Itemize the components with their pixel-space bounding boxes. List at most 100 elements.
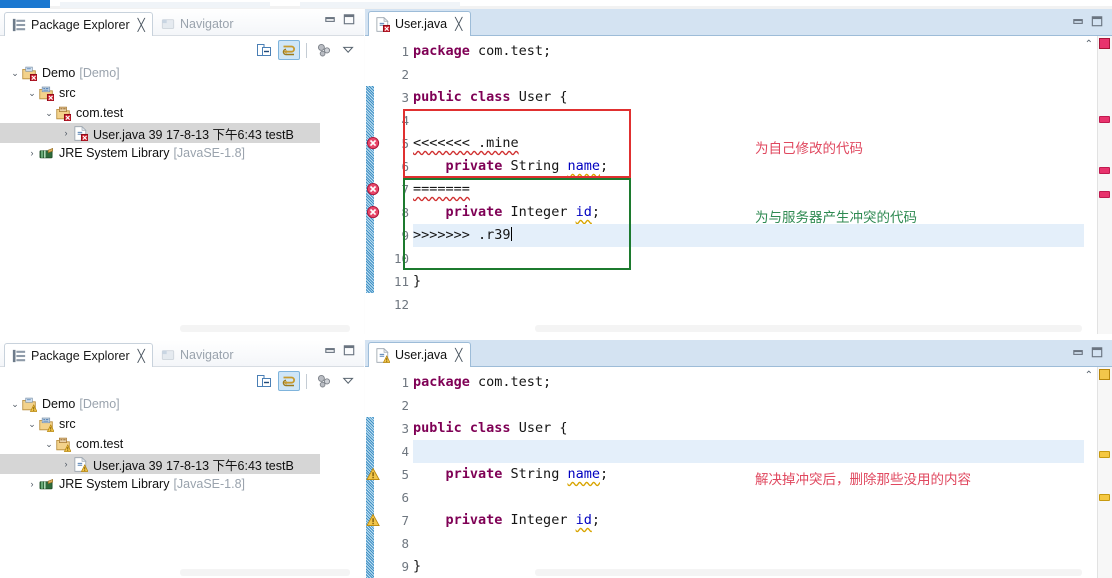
line-number: 6 [401, 159, 409, 174]
tree-item[interactable]: › JRE System Library [JavaSE-1.8] [0, 474, 364, 494]
view-menu-button[interactable] [338, 40, 360, 60]
ruler-warning-marker[interactable] [1099, 451, 1110, 459]
ruler-error-marker[interactable] [1099, 167, 1110, 175]
code-line[interactable] [413, 63, 1084, 86]
code-line[interactable] [413, 247, 1084, 270]
code-token: class [469, 89, 511, 105]
tree-item[interactable]: ⌄ Demo [Demo] [0, 394, 364, 414]
editor-horizontal-scrollbar[interactable] [535, 569, 1082, 576]
maximize-icon[interactable] [1089, 13, 1106, 30]
code-line[interactable]: public class User { [413, 417, 1084, 440]
close-icon[interactable]: ╳ [138, 349, 145, 363]
source-folder-icon [39, 86, 55, 101]
error-marker-icon[interactable] [366, 205, 381, 220]
view-tab-package-explorer[interactable]: Package Explorer ╳ [4, 343, 153, 367]
chevron-down-icon[interactable]: ⌄ [25, 88, 39, 99]
warning-marker-icon[interactable] [366, 467, 381, 482]
code-line[interactable]: package com.test; [413, 40, 1084, 63]
chevron-right-icon[interactable]: › [59, 459, 73, 469]
close-icon[interactable]: ╳ [138, 18, 145, 32]
code-line[interactable]: public class User { [413, 86, 1084, 109]
chevron-right-icon[interactable]: › [25, 148, 39, 158]
warning-summary-icon[interactable] [1099, 369, 1110, 380]
chevron-down-icon[interactable]: ⌄ [8, 399, 22, 410]
maximize-icon[interactable] [341, 11, 358, 28]
chevron-down-icon[interactable]: ⌄ [42, 439, 56, 450]
chevron-down-icon[interactable]: ⌄ [8, 68, 22, 79]
project-tree[interactable]: ⌄ Demo [Demo] ⌄ src ⌄ com.test › User.java 39 17… [0, 394, 364, 570]
source-code[interactable]: package com.test; public class User { <<<<… [413, 40, 1084, 334]
code-line[interactable]: private String name; [413, 155, 1084, 178]
ruler-error-marker[interactable] [1099, 190, 1110, 198]
editor-tab-user-java[interactable]: User.java ╳ [368, 342, 472, 367]
source-code[interactable]: package com.test; public class User { pri… [413, 371, 1084, 578]
code-line[interactable] [413, 293, 1084, 316]
code-line[interactable] [413, 486, 1084, 509]
link-with-editor-button[interactable] [278, 371, 300, 391]
tree-item[interactable]: ⌄ Demo [Demo] [0, 63, 364, 83]
tree-item[interactable]: ⌄ com.test [0, 103, 364, 123]
focus-on-active-task-button[interactable] [313, 40, 335, 60]
code-line[interactable]: ======= [413, 178, 1084, 201]
ruler-warning-marker[interactable] [1099, 493, 1110, 501]
code-line[interactable] [413, 394, 1084, 417]
tree-item[interactable]: ⌄ src [0, 414, 364, 434]
code-line[interactable]: } [413, 270, 1084, 293]
link-with-editor-button[interactable] [278, 40, 300, 60]
maximize-icon[interactable] [1089, 344, 1106, 361]
focus-on-active-task-button[interactable] [313, 371, 335, 391]
code-line[interactable]: <<<<<<< .mine [413, 132, 1084, 155]
maximize-icon[interactable] [341, 342, 358, 359]
close-icon[interactable]: ╳ [455, 17, 462, 31]
editor-horizontal-scrollbar[interactable] [535, 325, 1082, 332]
minimize-icon[interactable] [1070, 344, 1087, 361]
view-tab-navigator[interactable]: Navigator [154, 343, 241, 367]
collapse-editor-icon[interactable]: ⌃ [1085, 370, 1093, 381]
warning-marker-icon[interactable] [366, 513, 381, 528]
code-line[interactable] [413, 532, 1084, 555]
tree-item[interactable]: › User.java 39 17-8-13 下午6:43 testB [0, 123, 320, 143]
editor-text-body[interactable]: 12345678910package com.test;public class… [365, 367, 1112, 578]
change-bar-segment [366, 417, 374, 578]
collapse-all-button[interactable] [253, 371, 275, 391]
code-line[interactable]: private Integer id; [413, 201, 1084, 224]
tree-item[interactable]: › User.java 39 17-8-13 下午6:43 testB [0, 454, 320, 474]
code-token: package [413, 43, 470, 59]
tree-item[interactable]: › JRE System Library [JavaSE-1.8] [0, 143, 364, 163]
theirs-callout: 为与服务器产生冲突的代码 [755, 210, 917, 226]
ruler-error-marker[interactable] [1099, 116, 1110, 124]
explorer-horizontal-scrollbar[interactable] [180, 569, 350, 576]
overview-ruler[interactable] [1097, 367, 1112, 578]
code-line[interactable] [413, 440, 1084, 463]
overview-ruler[interactable] [1097, 36, 1112, 334]
collapse-editor-icon[interactable]: ⌃ [1085, 39, 1093, 50]
code-line[interactable]: private Integer id; [413, 509, 1084, 532]
line-number: 5 [401, 136, 409, 151]
error-marker-icon[interactable] [366, 136, 381, 151]
view-menu-button[interactable] [338, 371, 360, 391]
chevron-down-icon[interactable]: ⌄ [25, 419, 39, 430]
minimize-icon[interactable] [322, 11, 339, 28]
error-summary-icon[interactable] [1099, 38, 1110, 49]
collapse-all-button[interactable] [253, 40, 275, 60]
view-tab-package-explorer[interactable]: Package Explorer ╳ [4, 12, 153, 36]
code-line[interactable]: package com.test; [413, 371, 1084, 394]
code-line[interactable]: >>>>>>> .r39 [413, 224, 1084, 247]
close-icon[interactable]: ╳ [455, 348, 462, 362]
chevron-down-icon[interactable]: ⌄ [42, 108, 56, 119]
tree-item[interactable]: ⌄ com.test [0, 434, 364, 454]
minimize-icon[interactable] [322, 342, 339, 359]
editor-text-body[interactable]: 1 2 3 4 5 6 7 8 9 10 11 12 package com.test; public c… [365, 36, 1112, 334]
chevron-right-icon[interactable]: › [59, 128, 73, 138]
project-tree[interactable]: ⌄ Demo [Demo] ⌄ src ⌄ com.test › User.java 39 17… [0, 63, 364, 326]
minimize-icon[interactable] [1070, 13, 1087, 30]
explorer-horizontal-scrollbar[interactable] [180, 325, 350, 332]
chevron-right-icon[interactable]: › [25, 479, 39, 489]
tree-item[interactable]: ⌄ src [0, 83, 364, 103]
editor-tab-user-java[interactable]: User.java ╳ [368, 11, 472, 36]
error-marker-icon[interactable] [366, 182, 381, 197]
view-tab-navigator[interactable]: Navigator [154, 12, 241, 36]
code-line[interactable]: private String name; [413, 463, 1084, 486]
code-line[interactable] [413, 109, 1084, 132]
code-token: } [413, 273, 422, 289]
